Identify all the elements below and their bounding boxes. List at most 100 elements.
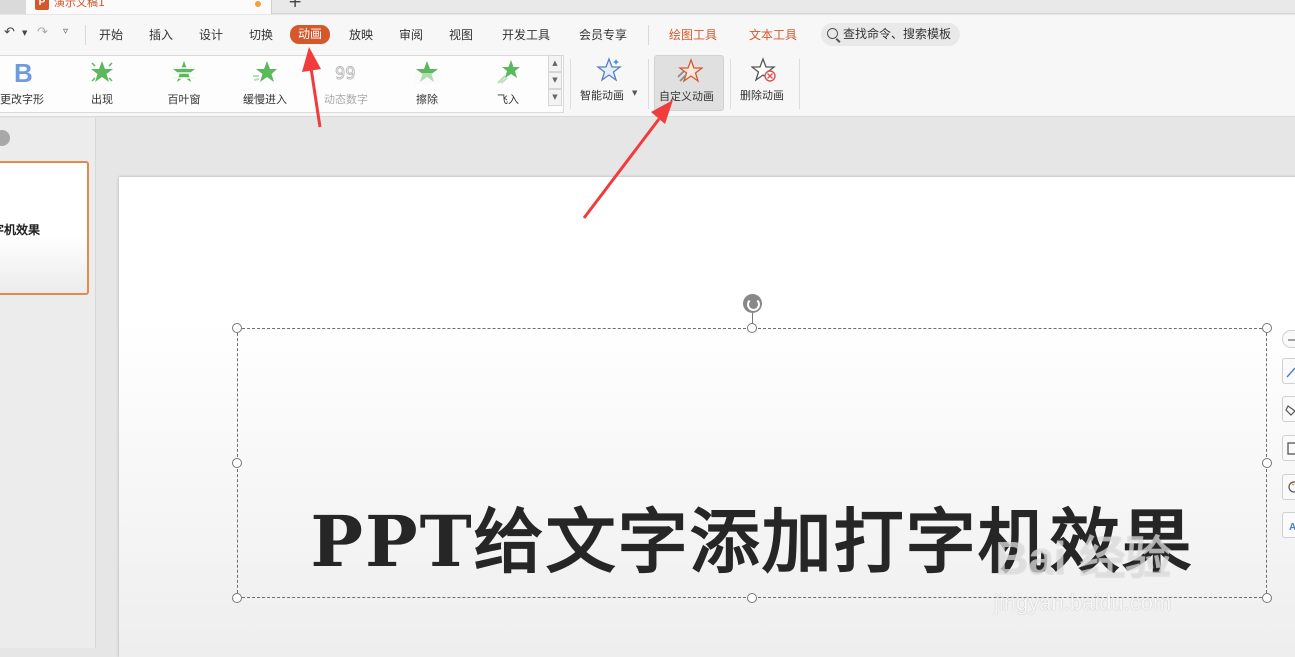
svg-text:99: 99 [335,64,355,84]
resize-handle-bottom[interactable] [747,593,757,603]
watermark-logo: Bai 经验 [995,532,1172,584]
menu-bar: ↶ ▼ ↷ ▿ 开始 插入 设计 切换 动画 放映 审阅 视图 开发工具 会员专… [0,15,1295,53]
anim-fly-in[interactable]: 飞入 [468,56,548,112]
smart-animation-button[interactable]: 智能动画 ▼ [576,55,642,111]
menu-tab-developer[interactable]: 开发工具 [502,26,550,44]
float-effect-button[interactable] [1282,474,1295,500]
menu-tab-animation[interactable]: 动画 [290,25,331,44]
svg-text:B: B [14,60,33,84]
undo-dropdown-icon[interactable]: ▼ [22,29,27,37]
text-style-icon: A [1289,522,1295,533]
anim-blinds[interactable]: 百叶窗 [144,56,224,112]
star-appear-icon [91,61,113,82]
command-search-box[interactable]: 查找命令、搜索模板 [821,23,960,46]
gallery-expand-button[interactable]: ▼ [548,89,562,106]
menu-tab-design[interactable]: 设计 [199,26,223,44]
menu-tab-home[interactable]: 开始 [99,26,123,44]
presentation-file-icon: P [35,0,49,10]
delete-animation-button[interactable]: 删除动画 [736,55,796,111]
home-tab-stub[interactable] [0,0,26,14]
star-fly-in-icon [497,60,520,84]
minus-icon [1288,339,1295,341]
menu-divider [85,25,86,45]
anim-label: 出现 [91,93,113,106]
watermark-url: jingyan.baidu.com [994,590,1172,615]
smart-animation-label: 智能动画 [580,89,624,102]
star-slow-enter-icon [253,61,277,82]
ribbon-divider [799,59,800,109]
search-icon [827,28,838,39]
float-fill-button[interactable] [1282,396,1295,422]
resize-handle-left[interactable] [232,458,242,468]
float-collapse-button[interactable] [1282,330,1295,348]
custom-animation-star-icon [677,58,703,83]
resize-handle-bottom-left[interactable] [232,593,242,603]
undo-button[interactable]: ↶ [4,25,15,40]
animation-ribbon: B 更改字形 出现 百叶窗 缓慢进入 99 动态数字 擦除 飞入 ▲ ▼ ▼ 智… [0,53,1295,117]
gallery-scroll-down-button[interactable]: ▼ [548,72,562,89]
quick-access-more-button[interactable]: ▿ [63,26,68,37]
document-tab-bar: P 演示文稿1 + [0,0,1295,14]
unsaved-dot-icon [255,1,261,7]
menu-tab-member[interactable]: 会员专享 [579,26,627,44]
resize-handle-bottom-right[interactable] [1262,593,1272,603]
anim-slow-enter[interactable]: 缓慢进入 [225,56,305,112]
smart-animation-dropdown-icon: ▼ [632,89,638,97]
menu-tab-view[interactable]: 视图 [449,26,473,44]
svg-text:A: A [1289,522,1295,533]
float-outline-button[interactable] [1282,435,1295,461]
resize-handle-top-left[interactable] [232,323,242,333]
rotate-handle-icon[interactable] [743,294,762,313]
menu-tab-text-tools[interactable]: 文本工具 [749,26,797,44]
animation-gallery: B 更改字形 出现 百叶窗 缓慢进入 99 动态数字 擦除 飞入 [0,55,564,113]
bold-b-icon: B [14,60,33,84]
menu-tab-insert[interactable]: 插入 [149,26,173,44]
resize-handle-top[interactable] [747,323,757,333]
anim-appear[interactable]: 出现 [62,56,142,112]
menu-tab-transition[interactable]: 切换 [249,26,273,44]
frame-icon [1287,442,1295,455]
gallery-scroll-up-button[interactable]: ▲ [548,55,562,72]
anim-label: 动态数字 [324,93,368,106]
menu-tab-drawing-tools[interactable]: 绘图工具 [669,26,717,44]
gallery-scroll: ▲ ▼ ▼ [548,55,562,107]
pen-icon [1286,367,1295,378]
search-placeholder: 查找命令、搜索模板 [843,27,952,41]
anim-wipe[interactable]: 擦除 [387,56,467,112]
ribbon-divider [648,59,649,109]
float-text-style-button[interactable]: A [1282,512,1295,538]
menu-tab-slideshow[interactable]: 放映 [349,26,373,44]
star-wipe-icon [415,61,439,84]
slide-thumbnail-panel: 字机效果 [0,118,96,648]
float-shape-style-button[interactable] [1282,358,1295,384]
custom-animation-button[interactable]: 自定义动画 [654,55,724,111]
document-tab[interactable]: P 演示文稿1 [26,0,272,14]
ribbon-divider [730,59,731,109]
anim-label: 擦除 [416,93,438,106]
resize-handle-top-right[interactable] [1262,323,1272,333]
anim-label: 更改字形 [0,93,44,106]
slide-thumbnail-text: 字机效果 [0,223,41,237]
smart-animation-star-icon [596,57,622,82]
redo-button[interactable]: ↷ [37,25,48,40]
new-tab-button[interactable]: + [288,0,302,11]
delete-animation-label: 删除动画 [740,89,784,102]
custom-animation-label: 自定义动画 [659,90,714,103]
resize-handle-right[interactable] [1262,458,1272,468]
document-tab-title: 演示文稿1 [54,0,105,9]
anim-label: 缓慢进入 [243,93,287,106]
anim-change-font[interactable]: B 更改字形 [0,56,62,112]
star-blinds-icon [173,61,195,82]
menu-divider [648,25,649,45]
paint-bucket-icon [1285,405,1295,416]
slide-thumbnail-1[interactable]: 字机效果 [0,161,89,295]
anim-label: 百叶窗 [167,93,201,106]
panel-toggle-icon[interactable] [0,130,10,146]
anim-label: 飞入 [497,93,519,106]
menu-tab-review[interactable]: 审阅 [399,26,423,44]
lightbulb-icon [1288,481,1295,493]
anim-dynamic-number: 99 动态数字 [306,56,386,112]
delete-animation-star-icon [751,57,776,82]
ribbon-divider [570,59,571,109]
dynamic-number-icon: 99 [335,64,356,85]
